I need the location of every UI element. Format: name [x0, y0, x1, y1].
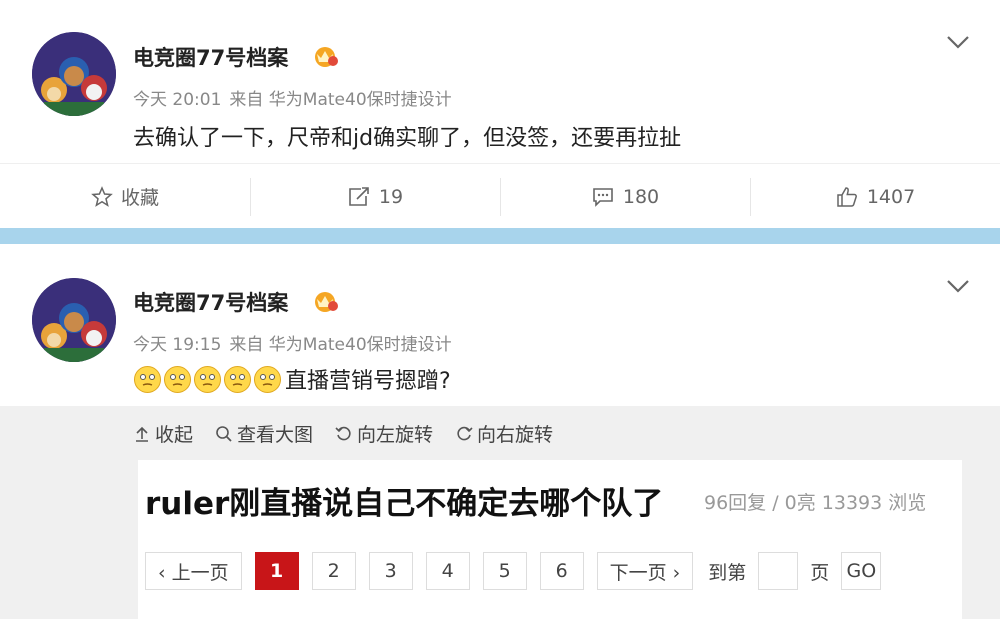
thinking-emoji-icon: [194, 365, 221, 393]
comment-count: 180: [622, 185, 660, 208]
post-meta: 今天 20:01 来自 华为Mate40保时捷设计: [133, 85, 460, 110]
weibo-post-2: 电竞圈77号档案 今天 19:15 来自 华为Mate40保时捷设计 直播营销号摁…: [0, 244, 1000, 619]
divider: [250, 178, 251, 216]
collapse-button[interactable]: 收起: [133, 420, 193, 447]
collapse-up-icon: [136, 426, 148, 442]
rotate-left-label: 向左旋转: [357, 424, 434, 446]
thinking-emoji-icon: [134, 365, 161, 393]
post-source: 来自 华为Mate40保时捷设计: [229, 90, 452, 110]
rotate-right-button[interactable]: 向右旋转: [455, 420, 553, 447]
pagination: ‹ 上一页 1 2 3 4 5 6 下一页 › 到第 页 GO: [145, 552, 882, 590]
page-1-button[interactable]: 1: [254, 552, 299, 590]
embedded-screenshot[interactable]: ruler刚直播说自己不确定去哪个队了 96回复 / 0亮 13393 浏览 ‹…: [138, 460, 962, 619]
page-6-button[interactable]: 6: [539, 552, 584, 590]
thread-stats: 96回复 / 0亮 13393 浏览: [704, 492, 927, 514]
username[interactable]: 电竞圈77号档案: [133, 287, 288, 317]
favorite-button[interactable]: 收藏: [0, 164, 250, 229]
favorite-label: 收藏: [120, 187, 159, 209]
page-number-input[interactable]: [758, 552, 799, 590]
thumbs-up-icon: [837, 186, 857, 207]
media-toolbar: 收起 查看大图 向左旋转 向右旋转: [133, 420, 575, 447]
like-count: 1407: [866, 185, 916, 208]
divider: [750, 178, 751, 216]
next-page-button[interactable]: 下一页 ›: [596, 552, 694, 590]
repost-count: 19: [378, 185, 404, 208]
page-5-button[interactable]: 5: [482, 552, 527, 590]
vip-crown-icon[interactable]: [311, 289, 339, 313]
repost-icon: [349, 186, 369, 206]
page-2-button[interactable]: 2: [311, 552, 356, 590]
collapse-label: 收起: [155, 424, 194, 446]
chevron-down-icon[interactable]: [944, 32, 972, 52]
view-large-label: 查看大图: [237, 424, 314, 446]
page-4-button[interactable]: 4: [425, 552, 470, 590]
post-source: 来自 华为Mate40保时捷设计: [229, 335, 452, 355]
view-large-button[interactable]: 查看大图: [215, 420, 313, 447]
rotate-right-label: 向右旋转: [477, 424, 554, 446]
rotate-right-icon: [457, 426, 473, 440]
comment-icon: [593, 187, 613, 207]
username[interactable]: 电竞圈77号档案: [133, 42, 288, 72]
page-3-button[interactable]: 3: [368, 552, 413, 590]
thinking-emoji-icon: [164, 365, 191, 393]
post-separator: [0, 228, 1000, 244]
post-time[interactable]: 今天 20:01: [133, 90, 221, 110]
avatar-image: [32, 278, 116, 362]
media-panel: 收起 查看大图 向左旋转 向右旋转 ruler刚直播说自己不确定去哪个队了 96…: [0, 406, 1000, 619]
goto-suffix: 页: [810, 561, 830, 584]
post-content: 直播营销号摁蹭?: [133, 363, 451, 395]
star-icon: [91, 185, 113, 207]
divider: [500, 178, 501, 216]
vip-crown-icon[interactable]: [311, 44, 339, 68]
rotate-left-button[interactable]: 向左旋转: [335, 420, 433, 447]
comment-button[interactable]: 180: [500, 164, 750, 229]
repost-button[interactable]: 19: [250, 164, 500, 229]
avatar-image: [32, 32, 116, 116]
thinking-emoji-icon: [254, 365, 281, 393]
goto-label: 到第: [708, 561, 747, 584]
post-text: 直播营销号摁蹭?: [285, 369, 451, 394]
thread-title: ruler刚直播说自己不确定去哪个队了: [145, 486, 664, 522]
magnifier-icon: [216, 425, 232, 442]
post-time[interactable]: 今天 19:15: [133, 335, 221, 355]
weibo-post-1: 电竞圈77号档案 今天 20:01 来自 华为Mate40保时捷设计 去确认了一下…: [0, 0, 1000, 228]
thinking-emoji-icon: [224, 365, 251, 393]
chevron-down-icon[interactable]: [944, 276, 972, 296]
separator-bar: [0, 228, 1000, 244]
like-button[interactable]: 1407: [750, 164, 1000, 229]
action-bar: 收藏 19 180 1407: [0, 163, 1000, 228]
prev-page-button[interactable]: ‹ 上一页: [145, 552, 242, 590]
go-button[interactable]: GO: [841, 552, 882, 590]
post-text: 去确认了一下，尺帝和jd确实聊了，但没签，还要再拉扯: [133, 126, 682, 151]
rotate-left-icon: [335, 426, 351, 440]
post-meta: 今天 19:15 来自 华为Mate40保时捷设计: [133, 330, 460, 355]
avatar[interactable]: [32, 278, 116, 362]
avatar[interactable]: [32, 32, 116, 116]
